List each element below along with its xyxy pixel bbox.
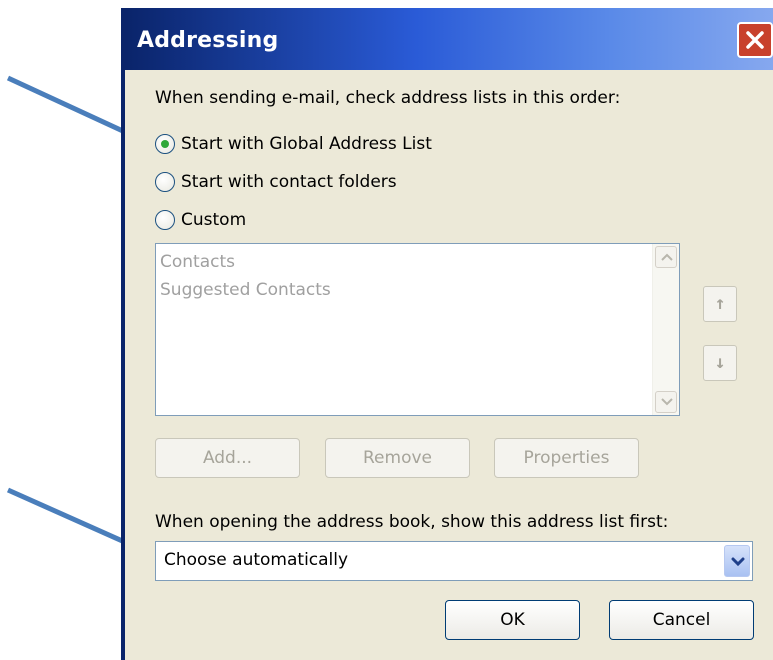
annotation-arrow-2 — [6, 487, 141, 551]
open-address-book-label: When opening the address book, show this… — [155, 512, 669, 532]
radio-global-address-list[interactable]: Start with Global Address List — [155, 132, 432, 156]
radio-button-checked[interactable] — [155, 134, 175, 154]
radio-contact-folders[interactable]: Start with contact folders — [155, 170, 397, 194]
vertical-scrollbar[interactable] — [652, 244, 679, 415]
title-bar[interactable]: Addressing — [125, 8, 773, 70]
list-item[interactable]: Contacts — [160, 252, 235, 272]
scroll-up-button[interactable] — [655, 246, 677, 268]
move-up-button[interactable]: ↑ — [703, 286, 737, 322]
ok-button[interactable]: OK — [445, 600, 580, 640]
remove-button[interactable]: Remove — [325, 438, 470, 478]
radio-custom[interactable]: Custom — [155, 208, 246, 232]
list-item[interactable]: Suggested Contacts — [160, 280, 331, 300]
radio-button[interactable] — [155, 172, 175, 192]
cancel-button[interactable]: Cancel — [609, 600, 754, 640]
properties-button[interactable]: Properties — [494, 438, 639, 478]
add-button[interactable]: Add... — [155, 438, 300, 478]
close-icon — [746, 31, 764, 49]
send-order-label: When sending e-mail, check address lists… — [155, 88, 621, 108]
radio-button[interactable] — [155, 210, 175, 230]
radio-label: Start with Global Address List — [181, 134, 432, 154]
dialog-title: Addressing — [137, 28, 279, 53]
radio-label: Start with contact folders — [181, 172, 397, 192]
chevron-down-icon — [661, 398, 673, 406]
arrow-up-icon: ↑ — [714, 293, 726, 314]
chevron-up-icon — [661, 253, 673, 261]
dropdown-selected-value: Choose automatically — [164, 550, 349, 570]
address-list-order-listbox[interactable]: Contacts Suggested Contacts — [155, 243, 680, 416]
arrow-down-icon: ↓ — [714, 352, 726, 373]
close-button[interactable] — [737, 22, 773, 58]
addressing-dialog: Addressing When sending e-mail, check ad… — [121, 8, 773, 660]
scroll-down-button[interactable] — [655, 391, 677, 413]
radio-label: Custom — [181, 210, 247, 230]
move-down-button[interactable]: ↓ — [703, 345, 737, 381]
address-list-dropdown[interactable]: Choose automatically — [155, 541, 753, 581]
annotation-arrow-1 — [6, 75, 141, 141]
dropdown-button[interactable] — [724, 545, 750, 577]
chevron-down-icon — [731, 557, 745, 567]
